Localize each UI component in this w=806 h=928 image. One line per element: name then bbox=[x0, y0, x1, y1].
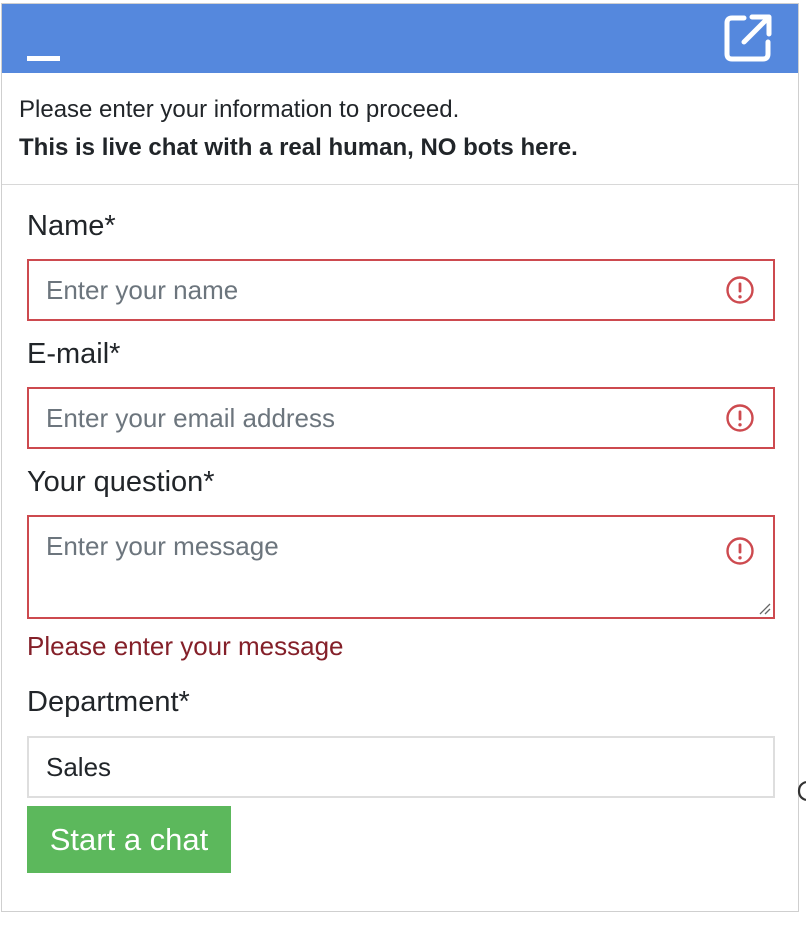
name-field-wrapper bbox=[27, 259, 775, 321]
start-chat-button[interactable]: Start a chat bbox=[27, 806, 231, 873]
error-icon bbox=[726, 404, 754, 432]
error-icon bbox=[726, 276, 754, 304]
intro-notice: This is live chat with a real human, NO … bbox=[19, 134, 578, 161]
question-field-wrapper bbox=[27, 515, 775, 619]
department-label: Department* bbox=[27, 686, 190, 718]
widget-header bbox=[2, 4, 798, 73]
resize-handle-icon[interactable] bbox=[757, 601, 771, 615]
intro-message: Please enter your information to proceed… bbox=[2, 73, 798, 185]
external-link-icon[interactable] bbox=[722, 12, 774, 64]
question-label: Your question* bbox=[27, 466, 215, 498]
department-select[interactable]: Sales bbox=[27, 736, 775, 798]
question-field[interactable] bbox=[29, 517, 773, 617]
department-selected-value: Sales bbox=[46, 752, 112, 782]
email-label: E-mail* bbox=[27, 338, 121, 370]
email-field-wrapper bbox=[27, 387, 775, 449]
chat-widget: Please enter your information to proceed… bbox=[1, 3, 799, 912]
partial-glyph-icon bbox=[797, 780, 806, 802]
email-field[interactable] bbox=[29, 389, 773, 447]
minimize-icon[interactable] bbox=[27, 56, 60, 61]
name-field[interactable] bbox=[29, 261, 773, 319]
name-label: Name* bbox=[27, 210, 116, 242]
intro-text: Please enter your information to proceed… bbox=[19, 96, 460, 123]
question-error-message: Please enter your message bbox=[27, 631, 344, 661]
error-icon bbox=[726, 537, 754, 565]
